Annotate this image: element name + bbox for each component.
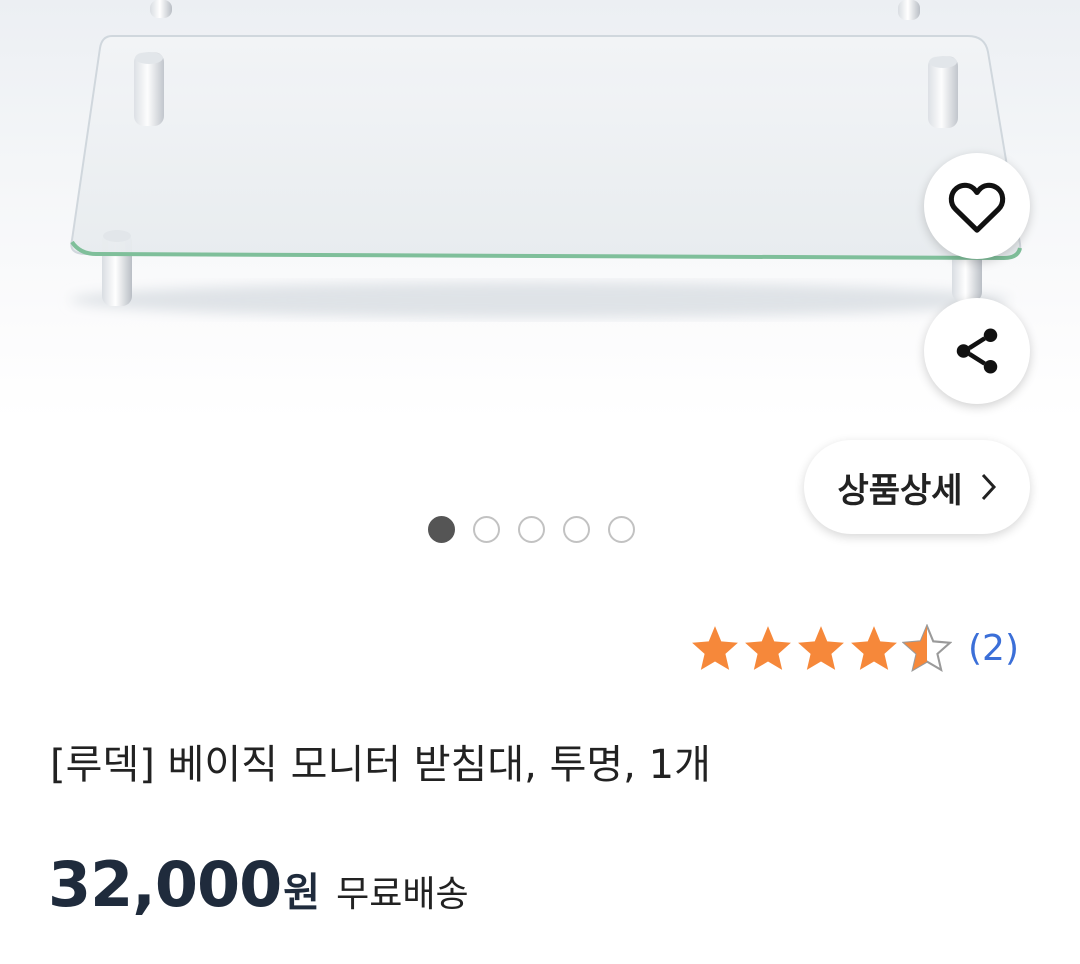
chevron-right-icon — [981, 473, 996, 501]
pagination-dot[interactable] — [473, 516, 500, 543]
product-title: [루덱] 베이직 모니터 받침대, 투명, 1개 — [50, 742, 711, 788]
shipping-badge: 무료배송 — [336, 874, 469, 915]
wishlist-button[interactable] — [924, 153, 1030, 259]
star-full-icon — [745, 626, 791, 670]
product-rating[interactable]: (2) — [690, 624, 1019, 672]
star-full-icon — [692, 626, 738, 670]
star-full-icon — [798, 626, 844, 670]
product-detail-button[interactable]: 상품상세 — [804, 440, 1030, 534]
image-pagination — [428, 516, 635, 543]
price-row: 32,000 원 무료배송 — [48, 848, 469, 921]
product-detail-label: 상품상세 — [837, 470, 963, 511]
star-half-icon — [902, 624, 952, 672]
pagination-dot[interactable] — [608, 516, 635, 543]
star-full-icon — [851, 626, 897, 670]
price-currency: 원 — [283, 870, 321, 916]
pagination-dot[interactable] — [518, 516, 545, 543]
heart-icon — [948, 182, 1006, 233]
product-image[interactable] — [0, 0, 1080, 420]
pagination-dot[interactable] — [428, 516, 455, 543]
share-icon — [956, 328, 998, 374]
share-button[interactable] — [924, 298, 1030, 404]
review-count-link[interactable]: (2) — [968, 628, 1019, 669]
star-rating — [690, 624, 952, 672]
pagination-dot[interactable] — [563, 516, 590, 543]
monitor-stand-illustration — [70, 0, 1022, 318]
product-price: 32,000 — [48, 848, 282, 921]
